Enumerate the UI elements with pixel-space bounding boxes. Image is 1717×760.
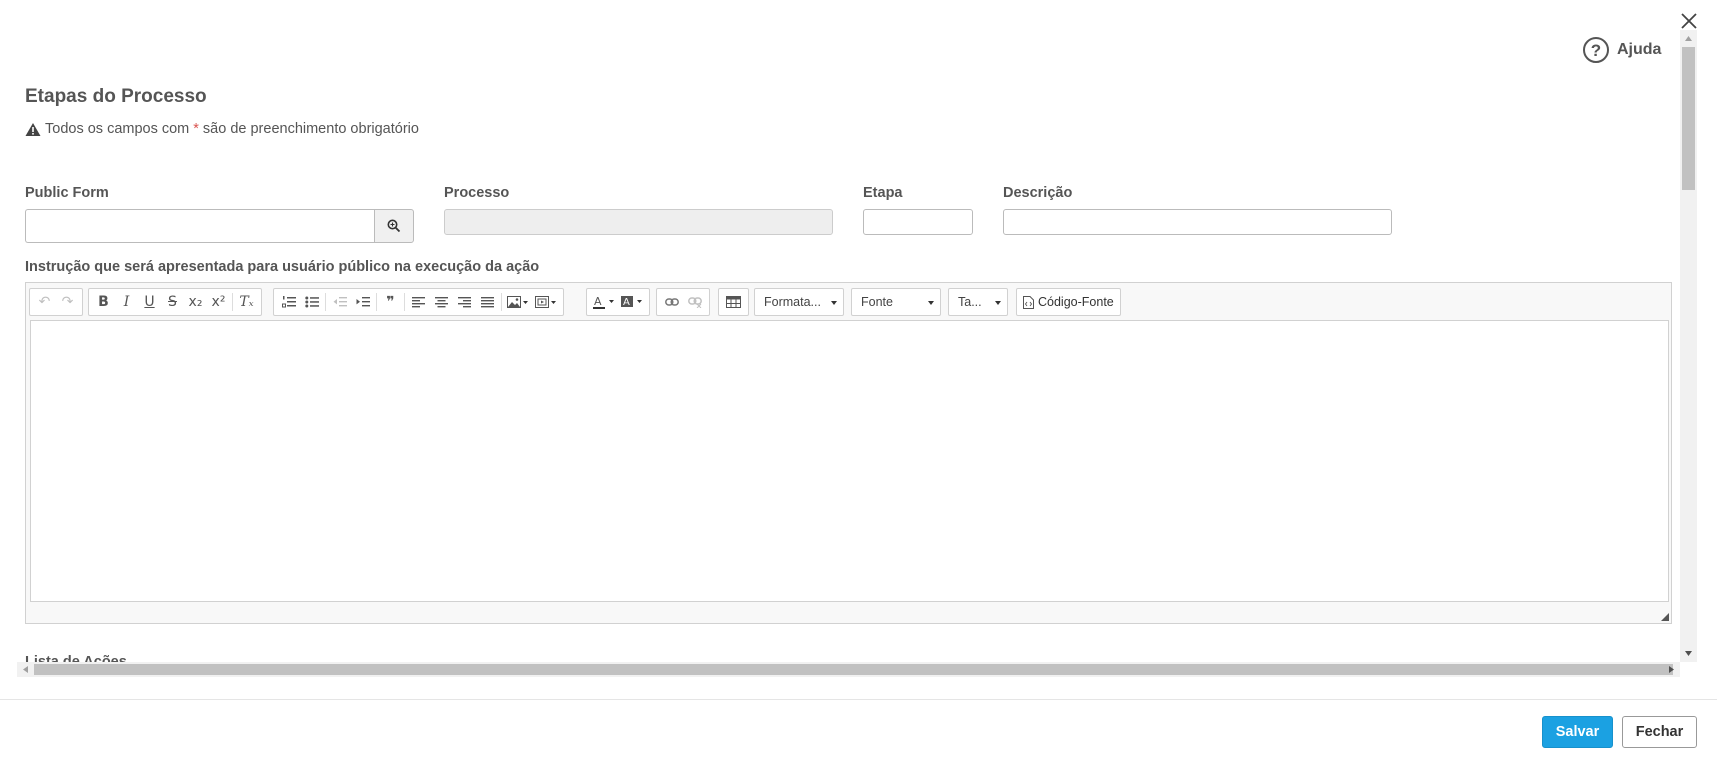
editor-toolbar: ↶ ↷ B I U S x₂ x² Tₓ ❞ A A Formata... Fo…	[26, 283, 1671, 323]
source-code-icon	[1023, 295, 1034, 309]
toolbar-group-colors: A A	[586, 288, 650, 316]
size-combo[interactable]: Ta...	[948, 288, 1008, 316]
image-dropdown-icon[interactable]	[504, 291, 532, 313]
descricao-label: Descrição	[1003, 185, 1073, 201]
align-left-icon[interactable]	[407, 291, 430, 313]
public-form-input[interactable]	[25, 209, 374, 243]
toolbar-separator	[404, 293, 405, 311]
svg-text:A: A	[623, 297, 630, 308]
public-form-lookup	[25, 209, 414, 243]
source-code-button[interactable]: Código-Fonte	[1016, 288, 1121, 316]
footer-divider	[0, 699, 1717, 700]
chevron-down-icon	[995, 301, 1001, 305]
toolbar-group-basic: B I U S x₂ x² Tₓ	[88, 288, 262, 316]
outdent-icon[interactable]	[328, 291, 351, 313]
toolbar-separator	[376, 293, 377, 311]
font-combo-value: Fonte	[861, 295, 893, 309]
indent-icon[interactable]	[351, 291, 374, 313]
superscript-icon[interactable]: x²	[207, 291, 230, 313]
toolbar-separator	[501, 293, 502, 311]
etapa-label: Etapa	[863, 185, 903, 201]
vertical-scrollbar[interactable]	[1680, 30, 1697, 662]
scroll-left-icon[interactable]	[17, 662, 34, 677]
question-circle-icon: ?	[1583, 37, 1609, 63]
bulleted-list-icon[interactable]	[300, 291, 323, 313]
italic-icon[interactable]: I	[115, 291, 138, 313]
scroll-right-icon[interactable]	[1663, 662, 1680, 677]
chevron-down-icon	[831, 301, 837, 305]
numbered-list-icon[interactable]	[277, 291, 300, 313]
search-button[interactable]	[374, 209, 414, 243]
align-center-icon[interactable]	[430, 291, 453, 313]
table-icon[interactable]	[722, 291, 745, 313]
save-button[interactable]: Salvar	[1542, 716, 1613, 748]
align-right-icon[interactable]	[453, 291, 476, 313]
background-color-icon[interactable]: A	[618, 291, 646, 313]
processo-label: Processo	[444, 185, 510, 201]
editor-content-area[interactable]	[30, 320, 1669, 602]
processo-input	[444, 209, 833, 235]
subscript-icon[interactable]: x₂	[184, 291, 207, 313]
horizontal-scroll-thumb[interactable]	[34, 664, 1673, 675]
descricao-input[interactable]	[1003, 209, 1392, 235]
help-link[interactable]: ? Ajuda	[1583, 36, 1661, 64]
required-fields-note: Todos os campos com * são de preenchimen…	[25, 121, 419, 137]
resize-grip-icon[interactable]	[1661, 613, 1669, 621]
chevron-down-icon	[928, 301, 934, 305]
scroll-up-icon[interactable]	[1680, 30, 1697, 47]
format-combo-value: Formata...	[764, 295, 821, 309]
warning-icon	[25, 122, 41, 136]
unlink-icon[interactable]	[683, 291, 706, 313]
toolbar-group-paragraph: ❞	[273, 288, 564, 316]
public-form-label: Public Form	[25, 185, 109, 201]
blockquote-icon[interactable]: ❞	[379, 291, 402, 313]
required-note-prefix: Todos os campos com	[45, 121, 190, 137]
etapa-input[interactable]	[863, 209, 973, 235]
toolbar-separator	[325, 293, 326, 311]
required-star: *	[193, 121, 199, 137]
format-combo[interactable]: Formata...	[754, 288, 844, 316]
bold-icon[interactable]: B	[92, 291, 115, 313]
horizontal-scrollbar[interactable]	[17, 662, 1680, 677]
align-justify-icon[interactable]	[476, 291, 499, 313]
rich-text-editor: ↶ ↷ B I U S x₂ x² Tₓ ❞ A A Formata... Fo…	[25, 282, 1672, 624]
svg-text:A: A	[594, 295, 602, 308]
undo-icon[interactable]: ↶	[33, 291, 56, 313]
remove-format-icon[interactable]: Tₓ	[235, 291, 258, 313]
required-note-suffix: são de preenchimento obrigatório	[202, 121, 419, 137]
size-combo-value: Ta...	[958, 295, 982, 309]
strikethrough-icon[interactable]: S	[161, 291, 184, 313]
search-icon	[387, 219, 401, 233]
section-label-actions-list: Lista de Ações	[25, 654, 127, 662]
toolbar-group-links	[656, 288, 710, 316]
link-icon[interactable]	[660, 291, 683, 313]
redo-icon[interactable]: ↷	[56, 291, 79, 313]
editor-label: Instrução que será apresentada para usuá…	[25, 259, 540, 275]
text-color-icon[interactable]: A	[590, 291, 618, 313]
source-code-label: Código-Fonte	[1038, 295, 1114, 309]
font-combo[interactable]: Fonte	[851, 288, 941, 316]
help-label: Ajuda	[1617, 41, 1662, 58]
page-title: Etapas do Processo	[25, 86, 207, 107]
close-button[interactable]: Fechar	[1622, 716, 1697, 748]
scroll-down-icon[interactable]	[1680, 645, 1697, 662]
toolbar-group-table	[718, 288, 749, 316]
underline-icon[interactable]: U	[138, 291, 161, 313]
toolbar-group-history: ↶ ↷	[29, 288, 83, 316]
vertical-scroll-thumb[interactable]	[1682, 47, 1695, 190]
embed-dropdown-icon[interactable]	[532, 291, 560, 313]
toolbar-separator	[232, 293, 233, 311]
